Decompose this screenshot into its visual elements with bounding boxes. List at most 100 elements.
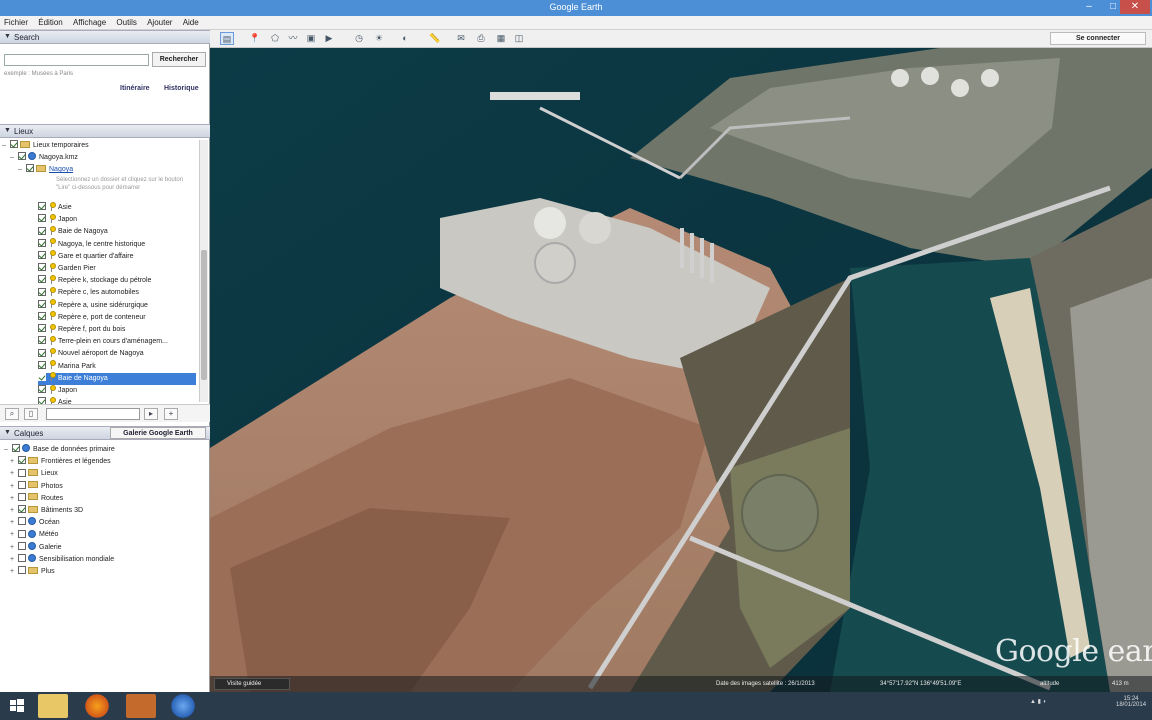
checkbox[interactable] <box>38 397 46 404</box>
play-tour-icon[interactable]: ▸ <box>144 408 158 420</box>
checkbox[interactable] <box>18 480 26 489</box>
clock[interactable]: 15:24 18/01/2014 <box>1116 696 1146 708</box>
place-item[interactable]: Japon <box>38 384 196 397</box>
add-icon[interactable]: + <box>164 408 178 420</box>
checkbox[interactable] <box>18 456 26 465</box>
expand-icon[interactable]: – <box>18 164 26 176</box>
expand-icon[interactable]: + <box>10 542 18 554</box>
checkbox[interactable] <box>38 348 46 357</box>
place-item[interactable]: Repère a, usine sidérurgique <box>38 299 196 312</box>
expand-icon[interactable]: + <box>10 566 18 578</box>
tree-item-temp[interactable]: – Lieux temporaires <box>2 140 89 152</box>
record-tour-icon[interactable]: ▶ <box>322 32 336 45</box>
place-item[interactable]: Nouvel aéroport de Nagoya <box>38 348 196 360</box>
tray-icons[interactable]: ▲ ▮ ◖ <box>1030 698 1046 705</box>
menu-fichier[interactable]: Fichier <box>0 16 32 27</box>
checkbox[interactable] <box>18 152 26 161</box>
checkbox[interactable] <box>18 468 26 477</box>
history-link[interactable]: Historique <box>164 85 199 92</box>
expand-icon[interactable]: + <box>10 517 18 529</box>
checkbox[interactable] <box>12 444 20 453</box>
expand-icon[interactable]: + <box>10 529 18 541</box>
search-header[interactable]: ▼ Search <box>0 30 210 44</box>
checkbox[interactable] <box>38 214 46 223</box>
places-filter-input[interactable] <box>46 408 140 420</box>
place-item[interactable]: Japon <box>38 213 196 226</box>
layers-toggle-icon[interactable]: ▯ <box>24 408 38 420</box>
search-button[interactable]: Rechercher <box>152 52 206 67</box>
file-explorer-icon[interactable] <box>38 694 68 718</box>
expand-icon[interactable]: + <box>10 468 18 480</box>
polygon-icon[interactable]: ⬠ <box>268 32 282 45</box>
email-icon[interactable]: ✉ <box>454 32 468 45</box>
checkbox[interactable] <box>10 140 18 149</box>
layer-item[interactable]: + Routes <box>10 492 63 505</box>
layers-header[interactable]: ▼ Calques Galerie Google Earth <box>0 426 210 440</box>
menu-affichage[interactable]: Affichage <box>69 16 110 27</box>
checkbox[interactable] <box>38 238 46 247</box>
gallery-button[interactable]: Galerie Google Earth <box>110 427 206 439</box>
checkbox[interactable] <box>38 372 46 381</box>
close-button[interactable]: ✕ <box>1120 0 1150 14</box>
tree-item-folder[interactable]: – Nagoya <box>18 164 73 176</box>
expand-icon[interactable]: – <box>4 444 12 456</box>
google-earth-taskbar-icon[interactable] <box>168 694 198 718</box>
placemark-icon[interactable]: 📍 <box>248 32 262 45</box>
places-header[interactable]: ▼ Lieux <box>0 124 210 138</box>
checkbox[interactable] <box>38 263 46 272</box>
search-input[interactable] <box>4 54 149 66</box>
menu-ajouter[interactable]: Ajouter <box>143 16 176 27</box>
signin-button[interactable]: Se connecter <box>1050 32 1146 45</box>
checkbox[interactable] <box>38 226 46 235</box>
place-item[interactable]: Asie <box>38 396 196 404</box>
overlay-icon[interactable]: ▣ <box>304 32 318 45</box>
planet-icon[interactable]: ◐ <box>398 32 412 45</box>
place-item[interactable]: Asie <box>38 201 196 214</box>
checkbox[interactable] <box>38 360 46 369</box>
place-item[interactable]: Gare et quartier d'affaire <box>38 250 196 263</box>
checkbox[interactable] <box>38 275 46 284</box>
view-maps-icon[interactable]: ◫ <box>512 32 526 45</box>
checkbox[interactable] <box>18 541 26 550</box>
sidebar-toggle-icon[interactable]: ▤ <box>220 32 234 45</box>
layer-item[interactable]: – Base de données primaire <box>4 444 115 456</box>
firefox-icon[interactable] <box>82 694 112 718</box>
layer-item[interactable]: + Sensibilisation mondiale <box>10 553 114 566</box>
historical-imagery-icon[interactable]: ◷ <box>352 32 366 45</box>
place-item[interactable]: Repère k, stockage du pétrole <box>38 274 196 287</box>
layer-item[interactable]: + Météo <box>10 529 58 541</box>
menu-outils[interactable]: Outils <box>112 16 140 27</box>
checkbox[interactable] <box>18 492 26 501</box>
place-item[interactable]: Repère c, les automobiles <box>38 287 196 299</box>
document-app-icon[interactable] <box>126 694 156 718</box>
expand-icon[interactable]: + <box>10 554 18 566</box>
checkbox[interactable] <box>38 336 46 345</box>
checkbox[interactable] <box>18 505 26 514</box>
layer-item[interactable]: + Océan <box>10 517 60 529</box>
scroll-thumb[interactable] <box>201 250 207 380</box>
place-item[interactable]: Repère f, port du bois <box>38 323 196 336</box>
layer-item[interactable]: + Lieux <box>10 468 58 480</box>
expand-icon[interactable]: + <box>10 505 18 517</box>
checkbox[interactable] <box>38 299 46 308</box>
save-image-icon[interactable]: ▦ <box>494 32 508 45</box>
expand-icon[interactable]: – <box>2 140 10 152</box>
places-scrollbar[interactable] <box>199 140 208 402</box>
place-item[interactable]: Marina Park <box>38 360 196 373</box>
checkbox[interactable] <box>38 311 46 320</box>
place-item[interactable]: Garden Pier <box>38 262 196 275</box>
expand-icon[interactable]: – <box>10 152 18 164</box>
tour-guide-button[interactable]: Visite guidée <box>214 678 290 690</box>
expand-icon[interactable]: + <box>10 456 18 468</box>
minimize-button[interactable]: – <box>1077 0 1101 14</box>
layer-item[interactable]: + Frontières et légendes <box>10 456 111 468</box>
menu-aide[interactable]: Aide <box>179 16 203 27</box>
layer-item[interactable]: + Galerie <box>10 541 62 554</box>
place-item[interactable]: Baie de Nagoya <box>38 372 196 385</box>
layer-item[interactable]: + Bâtiments 3D <box>10 505 83 517</box>
tree-item-file[interactable]: – Nagoya.kmz <box>10 152 78 164</box>
checkbox[interactable] <box>38 250 46 259</box>
map-view[interactable]: Google earth <box>210 48 1152 692</box>
expand-icon[interactable]: + <box>10 493 18 505</box>
path-icon[interactable]: 〰 <box>286 32 300 45</box>
